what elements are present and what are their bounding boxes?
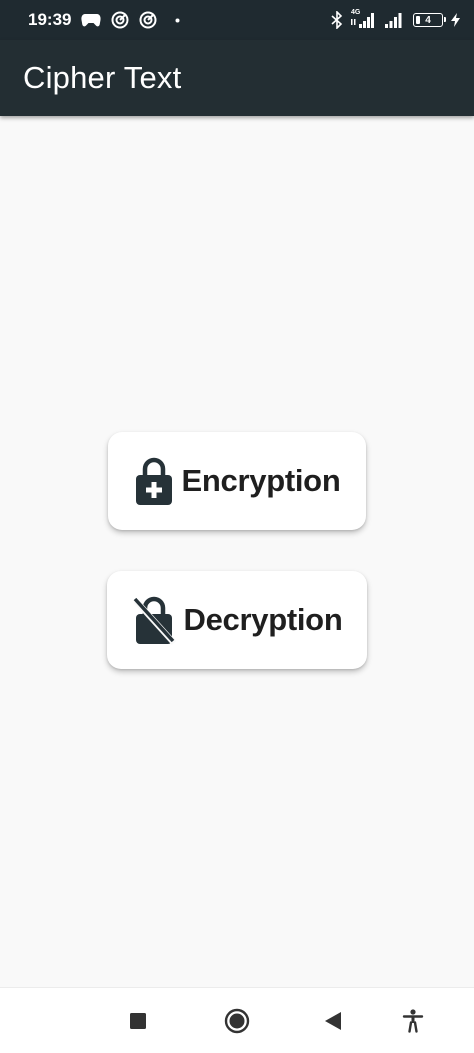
lock-plus-icon — [134, 456, 174, 506]
battery-level: 4 — [425, 14, 431, 26]
status-time: 19:39 — [28, 10, 72, 29]
target-icon — [139, 11, 157, 29]
lock-off-icon — [132, 595, 176, 645]
decryption-label: Decryption — [183, 602, 343, 637]
recents-button[interactable] — [114, 988, 162, 1053]
gamepad-icon — [81, 13, 102, 27]
navigation-bar — [0, 987, 474, 1053]
app-bar: Cipher Text — [0, 40, 474, 116]
dot-icon — [175, 18, 180, 23]
app-title: Cipher Text — [23, 60, 182, 95]
signal-icon: 4G — [351, 9, 377, 29]
target-icon — [111, 11, 129, 29]
charging-bolt-icon — [451, 13, 460, 27]
status-right: 4G 4 — [331, 9, 460, 29]
home-button[interactable] — [213, 988, 261, 1053]
accessibility-icon — [402, 1009, 424, 1033]
status-left: 19:39 — [28, 10, 180, 30]
bluetooth-icon — [331, 11, 343, 29]
encryption-label: Encryption — [181, 463, 341, 498]
screen: 19:39 4G 4 Cipher Text Encryption Decryp… — [0, 0, 474, 1053]
battery-icon: 4 — [413, 13, 446, 27]
accessibility-button[interactable] — [389, 988, 437, 1053]
home-circle-icon — [224, 1008, 250, 1034]
recents-square-icon — [129, 1012, 147, 1030]
signal-icon — [385, 11, 405, 29]
status-bar: 19:39 4G 4 — [0, 0, 474, 40]
back-triangle-icon — [324, 1011, 342, 1031]
back-button[interactable] — [309, 988, 357, 1053]
battery-fill — [416, 16, 420, 24]
encryption-button[interactable]: Encryption — [108, 432, 366, 530]
decryption-button[interactable]: Decryption — [107, 571, 367, 669]
